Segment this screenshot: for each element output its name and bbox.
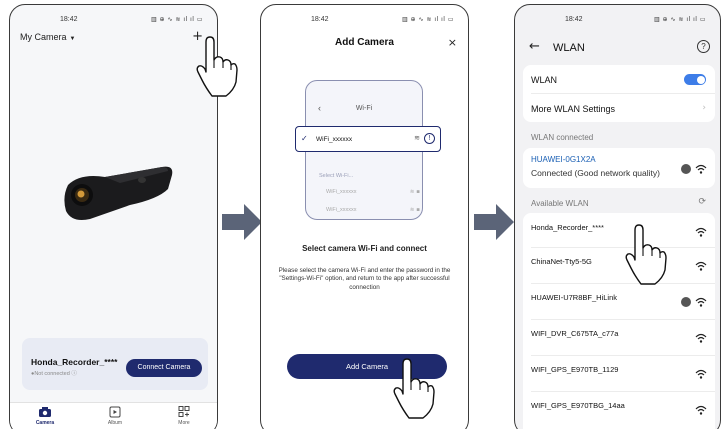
illustration-ssid: WiFi_xxxxxx xyxy=(326,207,357,213)
tap-hand-icon xyxy=(196,36,238,97)
chevron-right-icon: › xyxy=(702,103,706,113)
tab-more-label: More xyxy=(178,420,190,426)
status-icons: ▥ ⊕ ∿ ≋ ıl ıl ▭ xyxy=(150,16,203,23)
refresh-icon[interactable]: ⟳ xyxy=(698,197,706,207)
network-name: WIFI_DVR_C675TA_c77a xyxy=(531,329,619,338)
wifi-icon xyxy=(695,405,707,415)
album-icon xyxy=(109,406,121,418)
wifi-icon xyxy=(695,164,707,174)
illustration-wifi-row: WiFi_xxxxxx ≋ ▪ xyxy=(326,207,420,213)
network-name: HUAWEI-U7R8BF_HiLink xyxy=(531,293,617,302)
page-title: Add Camera xyxy=(335,37,394,48)
connected-network-status: Connected (Good network quality) xyxy=(531,168,660,178)
instruction-body: Please select the camera Wi-Fi and enter… xyxy=(278,267,451,291)
wifi-icon: ≋ xyxy=(414,134,420,142)
connected-network-name: HUAWEI-0G1X2A xyxy=(531,155,596,164)
network-name: WIFI_GPS_E970TB_1129 xyxy=(531,365,619,374)
wlan-connected-section-label: WLAN connected xyxy=(531,133,594,142)
wlan-toggle[interactable] xyxy=(684,74,706,85)
lock-icon xyxy=(681,164,691,174)
dashcam-image xyxy=(64,166,173,220)
wifi-icon xyxy=(695,227,707,237)
available-networks-list: Honda_Recorder_**** ChinaNet-Tty5-5G HUA… xyxy=(523,213,715,429)
add-camera-screen: 18:42 ▥ ⊕ ∿ ≋ ıl ıl ▭ Add Camera × ‹ Wi-… xyxy=(260,4,469,429)
tab-camera[interactable]: Camera xyxy=(20,406,70,426)
status-icons: ▥ ⊕ ∿ ≋ ıl ıl ▭ xyxy=(653,16,706,23)
status-bar: 18:42 ▥ ⊕ ∿ ≋ ıl ıl ▭ xyxy=(515,15,720,27)
info-icon: ! xyxy=(424,133,435,144)
wifi-icon xyxy=(695,369,707,379)
divider xyxy=(531,391,715,392)
tab-more[interactable]: More xyxy=(159,406,209,426)
network-name: ChinaNet-Tty5-5G xyxy=(531,257,592,266)
tab-camera-label: Camera xyxy=(35,420,55,426)
status-icons: ▥ ⊕ ∿ ≋ ıl ıl ▭ xyxy=(401,16,454,23)
wlan-settings-card: WLAN More WLAN Settings › xyxy=(523,65,715,122)
close-icon[interactable]: × xyxy=(448,36,457,49)
camera-selector-label: My Camera xyxy=(20,32,67,42)
status-time: 18:42 xyxy=(60,16,78,23)
camera-selector[interactable]: My Camera ▼ xyxy=(20,32,75,42)
device-card[interactable]: Honda_Recorder_**** ●Not connected ⓘ Con… xyxy=(22,338,208,390)
network-name: WIFI_GPS_E970TBG_14aa xyxy=(531,401,625,410)
status-bar: 18:42 ▥ ⊕ ∿ ≋ ıl ıl ▭ xyxy=(261,15,468,27)
available-wlan-section-label: Available WLAN xyxy=(531,199,589,208)
selected-ssid: WiFi_xxxxxx xyxy=(316,136,353,143)
back-arrow-icon[interactable]: ← xyxy=(529,39,540,54)
caret-down-icon: ▼ xyxy=(69,36,76,42)
tap-hand-icon xyxy=(393,358,435,419)
divider xyxy=(531,247,715,248)
camera-home-screen: 18:42 ▥ ⊕ ∿ ≋ ıl ıl ▭ My Camera ▼ + Honda… xyxy=(9,4,218,429)
device-name: Honda_Recorder_**** xyxy=(31,357,118,367)
status-time: 18:42 xyxy=(311,16,329,23)
wifi-icon xyxy=(695,261,707,271)
connected-network-card[interactable]: HUAWEI-0G1X2A Connected (Good network qu… xyxy=(523,148,715,188)
device-status: ●Not connected ⓘ xyxy=(31,371,77,377)
wifi-illustration: ‹ Wi-Fi Select Wi-Fi... WiFi_xxxxxx ≋ ▪ W… xyxy=(295,80,441,226)
wlan-toggle-label: WLAN xyxy=(531,75,558,85)
arrow-right-icon xyxy=(474,204,514,240)
tap-hand-icon xyxy=(625,224,667,285)
check-icon: ✓ xyxy=(301,134,308,143)
wifi-lock-icon: ≋ ▪ xyxy=(409,207,420,213)
connect-camera-button[interactable]: Connect Camera xyxy=(126,359,202,377)
tab-album[interactable]: Album xyxy=(90,406,140,426)
wifi-lock-icon: ≋ ▪ xyxy=(409,189,420,195)
page-title: WLAN xyxy=(553,42,585,54)
illustration-ssid: WiFi_xxxxxx xyxy=(326,189,357,195)
wlan-settings-screen: 18:42 ▥ ⊕ ∿ ≋ ıl ıl ▭ ← WLAN ? WLAN More… xyxy=(514,4,721,429)
camera-icon xyxy=(39,407,51,417)
divider xyxy=(531,355,715,356)
more-grid-icon xyxy=(178,406,190,417)
lock-icon xyxy=(681,297,691,307)
more-wlan-settings[interactable]: More WLAN Settings xyxy=(531,104,615,114)
illustration-wifi-row: WiFi_xxxxxx ≋ ▪ xyxy=(326,189,420,195)
status-time: 18:42 xyxy=(565,16,583,23)
arrow-right-icon xyxy=(222,204,262,240)
instruction-heading: Select camera Wi-Fi and connect xyxy=(302,244,427,253)
tab-album-label: Album xyxy=(107,420,123,426)
help-icon[interactable]: ? xyxy=(697,40,710,53)
tab-bar: Camera Album More xyxy=(10,402,217,429)
illustration-sub-label: Select Wi-Fi... xyxy=(319,173,354,179)
selected-wifi-card: ✓ WiFi_xxxxxx ≋ ! xyxy=(295,126,441,152)
divider xyxy=(531,319,715,320)
status-bar: 18:42 ▥ ⊕ ∿ ≋ ıl ıl ▭ xyxy=(10,15,217,27)
network-name: Honda_Recorder_**** xyxy=(531,223,604,232)
wifi-icon xyxy=(695,333,707,343)
divider xyxy=(531,93,715,94)
illustration-header: Wi-Fi xyxy=(355,105,373,112)
divider xyxy=(531,283,715,284)
wifi-icon xyxy=(695,297,707,307)
